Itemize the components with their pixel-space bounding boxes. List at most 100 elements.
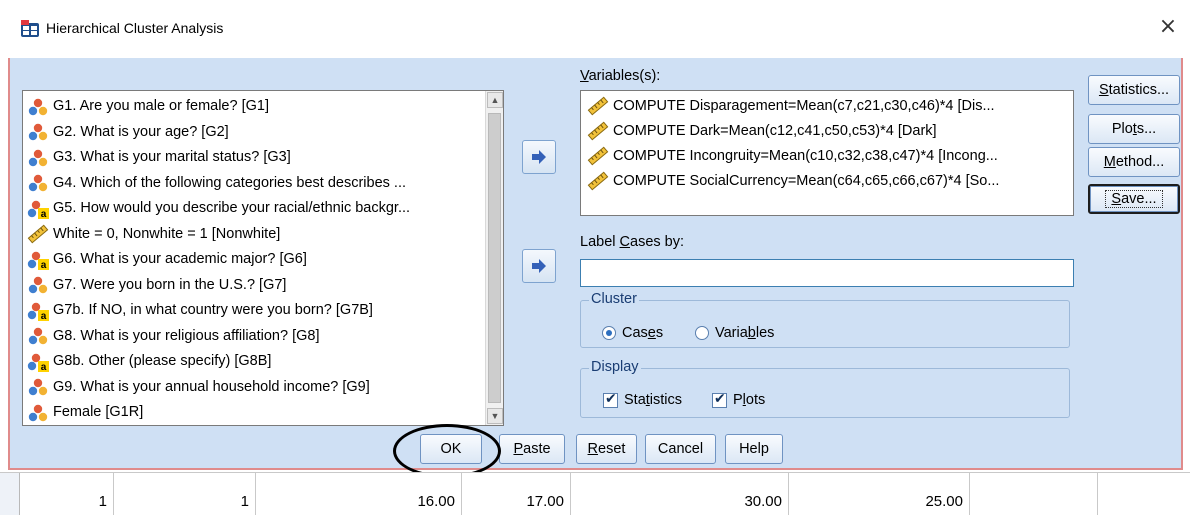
label-cases-field[interactable] [580,259,1074,287]
close-icon[interactable]: × [1156,16,1180,40]
app-icon [21,20,39,37]
nominal-icon [27,148,49,168]
method-button[interactable]: Method... [1088,147,1180,177]
selected-variable-item[interactable]: COMPUTE Dark=Mean(c12,c41,c50,c53)*4 [Da… [587,118,1071,143]
cluster-variables-radio[interactable]: Variables [695,325,774,341]
source-variable-label: G8. What is your religious affiliation? … [53,327,320,344]
nominal-string-icon: a [27,199,49,220]
data-grid: 1 1 16.00 17.00 30.00 25.00 [0,472,1190,515]
svg-text:a: a [41,311,47,321]
source-variable-label: G1. Are you male or female? [G1] [53,98,269,115]
scale-icon [587,171,609,191]
title-bar: Hierarchical Cluster Analysis × [0,0,1190,58]
selected-variable-item[interactable]: COMPUTE Incongruity=Mean(c10,c32,c38,c47… [587,143,1071,168]
selected-variable-label: COMPUTE Incongruity=Mean(c10,c32,c38,c47… [613,147,998,164]
help-button[interactable]: Help [725,434,783,464]
move-to-label-cases-button[interactable] [522,249,556,283]
display-statistics-checkbox[interactable]: Statistics [603,391,683,408]
selected-variable-item[interactable]: COMPUTE SocialCurrency=Mean(c64,c65,c66,… [587,168,1071,193]
scroll-up-icon[interactable]: ▲ [487,92,503,108]
scroll-down-icon[interactable]: ▼ [487,408,503,424]
source-variable-item[interactable]: Female [G1R] [27,400,485,426]
right-arrow-icon [532,150,546,164]
scroll-thumb[interactable] [488,113,501,403]
source-variable-item[interactable]: G2. What is your age? [G2] [27,120,485,146]
row-header [0,473,20,515]
grid-cell[interactable]: 25.00 [789,473,970,515]
reset-button[interactable]: Reset [576,434,637,464]
grid-cell[interactable]: 16.00 [256,473,462,515]
grid-cell[interactable]: 30.00 [571,473,789,515]
source-variable-item[interactable]: G7. Were you born in the U.S.? [G7] [27,273,485,299]
display-plots-checkbox[interactable]: Plots [712,391,766,408]
source-variable-item[interactable]: G1. Are you male or female? [G1] [27,94,485,120]
selected-variable-label: COMPUTE Disparagement=Mean(c7,c21,c30,c4… [613,97,995,114]
source-variable-item[interactable]: a G5. How would you describe your racial/… [27,196,485,222]
plots-button[interactable]: Plots... [1088,114,1180,144]
source-variable-label: G3. What is your marital status? [G3] [53,149,291,166]
checkbox-checked-icon [603,391,618,408]
selected-variable-item[interactable]: COMPUTE Disparagement=Mean(c7,c21,c30,c4… [587,93,1071,118]
nominal-string-icon: a [27,250,49,271]
source-variable-label: Female [G1R] [53,404,144,421]
nominal-icon [27,97,49,117]
source-variable-item[interactable]: White = 0, Nonwhite = 1 [Nonwhite] [27,222,485,248]
scale-icon [587,146,609,166]
source-variable-item[interactable]: G4. Which of the following categories be… [27,171,485,197]
hierarchical-cluster-dialog: Hierarchical Cluster Analysis × G1. Are … [0,0,1190,478]
nominal-icon [27,403,49,423]
source-variable-item[interactable]: G9. What is your annual household income… [27,375,485,401]
radio-unselected-icon [695,326,709,340]
cancel-button[interactable]: Cancel [645,434,716,464]
source-variable-label: G6. What is your academic major? [G6] [53,251,307,268]
source-variable-label: G4. Which of the following categories be… [53,174,407,191]
checkbox-checked-icon [712,391,727,408]
nominal-icon [27,173,49,193]
grid-cell[interactable]: 17.00 [462,473,571,515]
source-variable-item[interactable]: a G7b. If NO, in what country were you bo… [27,298,485,324]
source-variable-label: White = 0, Nonwhite = 1 [Nonwhite] [53,225,281,242]
grid-cell[interactable]: 1 [20,473,114,515]
source-variable-label: G5. How would you describe your racial/e… [53,200,411,217]
source-variable-label: G7b. If NO, in what country were you bor… [53,302,373,319]
cluster-cases-label: Cases [622,325,664,341]
nominal-icon [27,377,49,397]
nominal-icon [27,326,49,346]
cluster-group-title: Cluster [589,291,639,307]
selected-variable-label: COMPUTE Dark=Mean(c12,c41,c50,c53)*4 [Da… [613,122,937,139]
source-list-scrollbar[interactable]: ▲ ▼ [485,91,503,425]
source-variable-item[interactable]: a G8b. Other (please specify) [G8B] [27,349,485,375]
source-variable-label: G7. Were you born in the U.S.? [G7] [53,276,287,293]
save-button[interactable]: Save... [1088,184,1180,214]
label-cases-label: Label Cases by: [580,234,684,250]
move-to-variables-button[interactable] [522,140,556,174]
variables-label: Variables(s): [580,68,661,84]
svg-text:a: a [41,260,47,270]
grid-cell[interactable] [970,473,1098,515]
scale-icon [587,121,609,141]
display-statistics-label: Statistics [624,392,683,408]
grid-cell[interactable]: 1 [114,473,256,515]
svg-text:a: a [41,362,47,372]
scale-icon [27,224,49,244]
source-variable-label: G9. What is your annual household income… [53,378,370,395]
nominal-string-icon: a [27,301,49,322]
source-variable-item[interactable]: a G6. What is your academic major? [G6] [27,247,485,273]
display-group-title: Display [589,359,641,375]
source-variable-label: G8b. Other (please specify) [G8B] [53,353,272,370]
source-variable-item[interactable]: G8. What is your religious affiliation? … [27,324,485,350]
nominal-string-icon: a [27,352,49,373]
variables-list[interactable]: COMPUTE Disparagement=Mean(c7,c21,c30,c4… [580,90,1074,216]
scale-icon [587,96,609,116]
svg-text:a: a [41,209,47,219]
display-plots-label: Plots [733,392,766,408]
cluster-cases-radio[interactable]: Cases [602,325,663,341]
source-variable-item[interactable]: G3. What is your marital status? [G3] [27,145,485,171]
statistics-button[interactable]: Statistics... [1088,75,1180,105]
source-variable-list[interactable]: G1. Are you male or female? [G1] G2. What… [22,90,504,426]
paste-button[interactable]: Paste [499,434,565,464]
window-title: Hierarchical Cluster Analysis [46,20,224,36]
ok-button[interactable]: OK [420,434,482,464]
radio-selected-icon [602,326,616,340]
cluster-variables-label: Variables [715,325,775,341]
